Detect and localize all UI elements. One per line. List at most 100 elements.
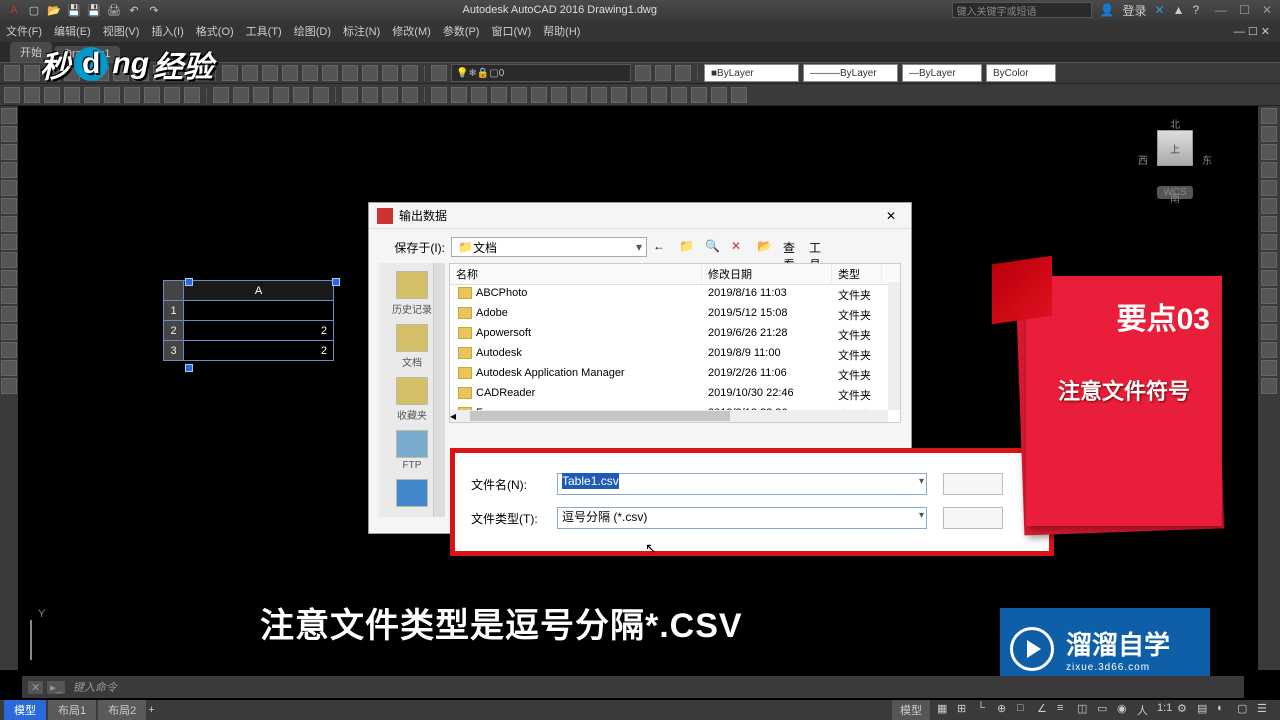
menu-format[interactable]: 格式(O) — [196, 23, 234, 39]
menu-dimension[interactable]: 标注(N) — [343, 23, 380, 39]
hatch-icon[interactable] — [1, 216, 17, 232]
color-dropdown[interactable]: ■ ByLayer — [704, 64, 799, 82]
back-icon[interactable]: ← — [653, 239, 669, 255]
menu-parametric[interactable]: 参数(P) — [443, 23, 480, 39]
tool-icon[interactable] — [24, 87, 40, 103]
trim-icon[interactable] — [1261, 270, 1277, 286]
tool-icon[interactable] — [382, 87, 398, 103]
tool-icon[interactable] — [471, 87, 487, 103]
tool-icon[interactable] — [402, 87, 418, 103]
dialog-close-button[interactable]: ✕ — [879, 209, 903, 223]
tool-icon[interactable] — [635, 65, 651, 81]
selection-cycling-icon[interactable]: ◉ — [1117, 702, 1135, 718]
user-icon[interactable]: 👤 — [1100, 3, 1115, 17]
line-icon[interactable] — [1, 108, 17, 124]
view-menu[interactable]: 查看(V) ▾ — [783, 239, 799, 255]
file-row[interactable]: Autodesk2019/8/9 11:00文件夹 — [450, 345, 900, 365]
mtext-icon[interactable] — [1, 324, 17, 340]
chamfer-icon[interactable] — [1261, 342, 1277, 358]
tool-icon[interactable] — [44, 87, 60, 103]
pline-icon[interactable] — [1, 126, 17, 142]
viewcube-top[interactable]: 上 — [1157, 130, 1193, 166]
viewcube-east[interactable]: 东 — [1202, 152, 1212, 167]
add-layout-button[interactable]: + — [148, 704, 154, 716]
tool-icon[interactable] — [531, 87, 547, 103]
isolate-icon[interactable]: ▤ — [1197, 702, 1215, 718]
mirror-icon[interactable] — [1261, 144, 1277, 160]
workspace-icon[interactable]: ⚙ — [1177, 702, 1195, 718]
osnap-toggle-icon[interactable]: □ — [1017, 702, 1035, 718]
tool-icon[interactable] — [322, 65, 338, 81]
status-tab-layout2[interactable]: 布局2 — [98, 700, 146, 720]
grip-point[interactable] — [332, 278, 340, 286]
status-model-button[interactable]: 模型 — [892, 700, 930, 720]
text-icon[interactable] — [1, 252, 17, 268]
quickprops-icon[interactable]: ▭ — [1097, 702, 1115, 718]
tool-icon[interactable] — [302, 65, 318, 81]
help-search-input[interactable]: 键入关键字或短语 — [952, 2, 1092, 18]
tool-icon[interactable] — [342, 87, 358, 103]
tool-icon[interactable] — [511, 87, 527, 103]
filetype-dropdown[interactable]: 逗号分隔 (*.csv)▾ — [557, 507, 927, 529]
tool-icon[interactable] — [342, 65, 358, 81]
revcloud-icon[interactable] — [1, 360, 17, 376]
break-icon[interactable] — [1261, 306, 1277, 322]
doc-close-button[interactable]: — ☐ ✕ — [1234, 25, 1274, 38]
tool-icon[interactable] — [313, 87, 329, 103]
tool-icon[interactable] — [242, 65, 258, 81]
tool-icon[interactable] — [273, 87, 289, 103]
tool-icon[interactable] — [382, 65, 398, 81]
new-icon[interactable]: ▢ — [26, 2, 42, 18]
up-icon[interactable]: 📁 — [679, 239, 695, 255]
customize-icon[interactable]: ☰ — [1257, 702, 1275, 718]
tool-icon[interactable] — [655, 65, 671, 81]
menu-modify[interactable]: 修改(M) — [392, 23, 431, 39]
tool-icon[interactable] — [571, 87, 587, 103]
tool-icon[interactable] — [293, 87, 309, 103]
drawing-table[interactable]: A 1 22 32 — [163, 280, 334, 361]
plotstyle-dropdown[interactable]: ByColor — [986, 64, 1056, 82]
tool-icon[interactable] — [491, 87, 507, 103]
tool-icon[interactable] — [233, 87, 249, 103]
snap-toggle-icon[interactable]: ⊞ — [957, 702, 975, 718]
delete-icon[interactable]: ✕ — [731, 239, 747, 255]
status-tab-layout1[interactable]: 布局1 — [48, 700, 96, 720]
tool-icon[interactable] — [64, 87, 80, 103]
tool-icon[interactable] — [675, 65, 691, 81]
grip-point[interactable] — [185, 364, 193, 372]
stretch-icon[interactable] — [1261, 252, 1277, 268]
save-icon[interactable]: 💾 — [66, 2, 82, 18]
cancel-button[interactable] — [943, 507, 1003, 529]
point-icon[interactable] — [1, 234, 17, 250]
otrack-toggle-icon[interactable]: ∠ — [1037, 702, 1055, 718]
extend-icon[interactable] — [1261, 288, 1277, 304]
tool-icon[interactable] — [184, 87, 200, 103]
undo-icon[interactable]: ↶ — [126, 2, 142, 18]
tool-icon[interactable] — [591, 87, 607, 103]
command-line[interactable]: ✕ ▸_ 键入命令 — [22, 676, 1244, 698]
tool-icon[interactable] — [104, 87, 120, 103]
maximize-button[interactable]: ☐ — [1239, 3, 1250, 17]
table-icon[interactable] — [1, 288, 17, 304]
linetype-dropdown[interactable]: ——— ByLayer — [803, 64, 898, 82]
hardware-icon[interactable]: ◐ — [1217, 702, 1235, 718]
grip-point[interactable] — [185, 278, 193, 286]
place-ftp[interactable]: FTP — [386, 430, 438, 471]
polar-toggle-icon[interactable]: ⊕ — [997, 702, 1015, 718]
copy-icon[interactable] — [1261, 126, 1277, 142]
file-row[interactable]: ABCPhoto2019/8/16 11:03文件夹 — [450, 285, 900, 305]
menu-file[interactable]: 文件(F) — [6, 23, 42, 39]
tool-icon[interactable] — [164, 87, 180, 103]
open-icon[interactable]: 📂 — [46, 2, 62, 18]
tool-icon[interactable] — [253, 87, 269, 103]
tool-icon[interactable] — [431, 87, 447, 103]
tool-icon[interactable] — [362, 87, 378, 103]
circle-icon[interactable] — [1, 144, 17, 160]
fillet-icon[interactable] — [1261, 360, 1277, 376]
places-scrollbar[interactable] — [433, 263, 445, 517]
place-desktop[interactable] — [386, 479, 438, 509]
place-documents[interactable]: 文档 — [386, 324, 438, 369]
tool-icon[interactable] — [631, 87, 647, 103]
block-icon[interactable] — [1, 270, 17, 286]
viewcube-north[interactable]: 北 — [1170, 116, 1180, 131]
